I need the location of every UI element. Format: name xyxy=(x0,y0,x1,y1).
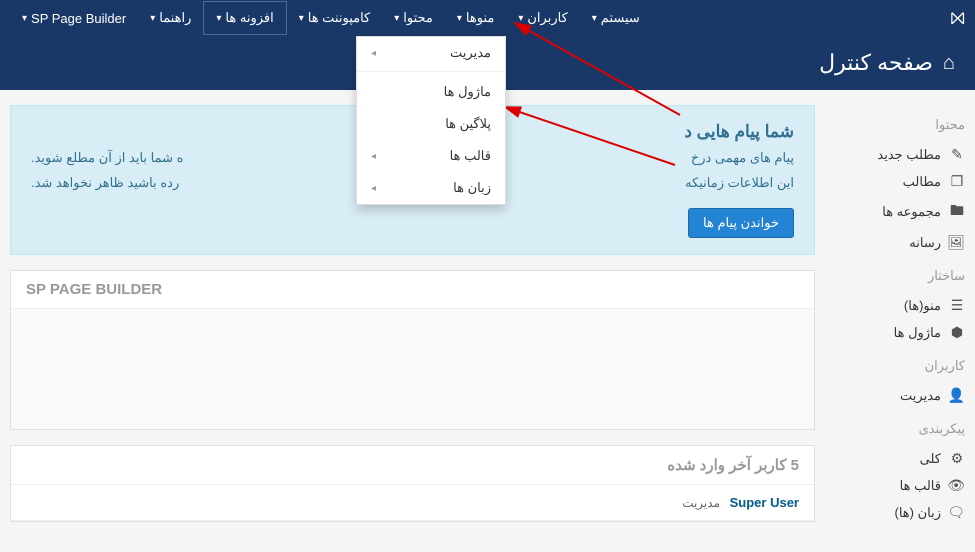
caret-icon: ▾ xyxy=(299,13,304,24)
home-icon: ⌂ xyxy=(943,52,955,75)
caret-icon: ▾ xyxy=(457,13,462,24)
navbar-item[interactable]: ▾ منوها xyxy=(445,1,506,35)
sidebar-item-label: منو(ها) xyxy=(904,298,941,314)
sidebar-heading: کاربران xyxy=(835,358,965,374)
navbar-item[interactable]: ▾ SP Page Builder xyxy=(10,1,138,35)
sidebar-item-languages[interactable]: 🗨 زبان (ها) xyxy=(835,499,965,526)
dropdown-item[interactable]: مدیریت◂ xyxy=(357,37,505,72)
sidebar-item-menus[interactable]: ☰ منو(ها) xyxy=(835,292,965,319)
sidebar-item-label: کلی xyxy=(920,451,941,467)
navbar-item[interactable]: ▾ کامپوننت ها xyxy=(287,1,383,35)
user-role: مدیریت xyxy=(682,496,720,510)
sidebar-heading: پیکربندی xyxy=(835,421,965,437)
joomla-logo: ⨝ xyxy=(950,8,965,29)
dropdown-item[interactable]: پلاگین ها xyxy=(357,108,505,140)
sidebar-item-new-article[interactable]: ✎ مطلب جدید xyxy=(835,141,965,168)
navbar-item[interactable]: ▾ راهنما xyxy=(138,1,203,35)
caret-icon: ▾ xyxy=(150,13,155,24)
categories-icon: 🖿 xyxy=(949,200,965,224)
users-manage-icon: 👤 xyxy=(949,387,965,404)
sidebar-item-label: قالب ها xyxy=(900,478,941,494)
submenu-arrow-icon: ◂ xyxy=(371,151,376,162)
sidebar-item-articles[interactable]: ❐ مطالب xyxy=(835,168,965,195)
submenu-arrow-icon: ◂ xyxy=(371,183,376,194)
navbar-item[interactable]: ▾ محتوا xyxy=(382,1,445,35)
recent-users-panel: 5 کاربر آخر وارد شده Super User مدیریت xyxy=(10,445,815,522)
sidebar-heading: محتوا xyxy=(835,117,965,133)
user-link[interactable]: Super User xyxy=(730,495,799,510)
navbar-item[interactable]: ▾ افزونه ها xyxy=(203,1,286,35)
dropdown-item[interactable]: قالب ها◂ xyxy=(357,140,505,172)
articles-icon: ❐ xyxy=(949,173,965,190)
languages-icon: 🗨 xyxy=(949,504,965,521)
sidebar-item-label: زبان (ها) xyxy=(895,505,942,521)
caret-icon: ▾ xyxy=(216,13,221,24)
navbar-item[interactable]: ▾ کاربران xyxy=(506,1,579,35)
caret-icon: ▾ xyxy=(394,13,399,24)
sidebar-item-label: ماژول ها xyxy=(894,325,941,341)
caret-icon: ▾ xyxy=(22,13,27,24)
dropdown-item[interactable]: زبان ها◂ xyxy=(357,172,505,204)
modules-icon: ⬢ xyxy=(949,324,965,341)
sidebar: محتوا ✎ مطلب جدید ❐ مطالب 🖿 مجموعه ها 🖼 رسانه ساخ… xyxy=(835,90,975,552)
caret-icon: ▾ xyxy=(518,13,523,24)
caret-icon: ▾ xyxy=(592,13,597,24)
sidebar-item-label: رسانه xyxy=(909,235,941,251)
templates-icon: 👁 xyxy=(949,477,965,494)
extensions-dropdown: مدیریت◂ ماژول هاپلاگین هاقالب ها◂زبان ها◂ xyxy=(356,36,506,205)
global-icon: ⚙ xyxy=(949,450,965,467)
sidebar-item-label: مدیریت xyxy=(900,388,941,404)
new-article-icon: ✎ xyxy=(949,146,965,163)
panel-heading: SP PAGE BUILDER xyxy=(11,271,814,309)
top-navbar: ▾ SP Page Builder▾ راهنما▾ افزونه ها▾ کا… xyxy=(0,0,975,36)
navbar-item[interactable]: ▾ سیستم xyxy=(580,1,652,35)
sidebar-item-modules[interactable]: ⬢ ماژول ها xyxy=(835,319,965,346)
sidebar-item-global[interactable]: ⚙ کلی xyxy=(835,445,965,472)
sidebar-item-label: مطالب xyxy=(903,174,941,190)
media-icon: 🖼 xyxy=(949,234,965,251)
sidebar-item-templates[interactable]: 👁 قالب ها xyxy=(835,472,965,499)
sp-page-builder-panel: SP PAGE BUILDER xyxy=(10,270,815,430)
sidebar-heading: ساختار xyxy=(835,268,965,284)
panel-heading: 5 کاربر آخر وارد شده xyxy=(11,446,814,485)
menus-icon: ☰ xyxy=(949,297,965,314)
sidebar-item-label: مجموعه ها xyxy=(882,204,941,220)
sidebar-item-media[interactable]: 🖼 رسانه xyxy=(835,229,965,256)
read-messages-button[interactable]: خواندن پیام ها xyxy=(688,208,794,238)
submenu-arrow-icon: ◂ xyxy=(371,48,376,59)
user-row: Super User مدیریت xyxy=(11,485,814,521)
page-title: صفحه کنترل xyxy=(819,50,933,76)
dropdown-item[interactable]: ماژول ها xyxy=(357,76,505,108)
sidebar-item-categories[interactable]: 🖿 مجموعه ها xyxy=(835,195,965,229)
sidebar-item-label: مطلب جدید xyxy=(877,147,941,163)
sidebar-item-users-manage[interactable]: 👤 مدیریت xyxy=(835,382,965,409)
